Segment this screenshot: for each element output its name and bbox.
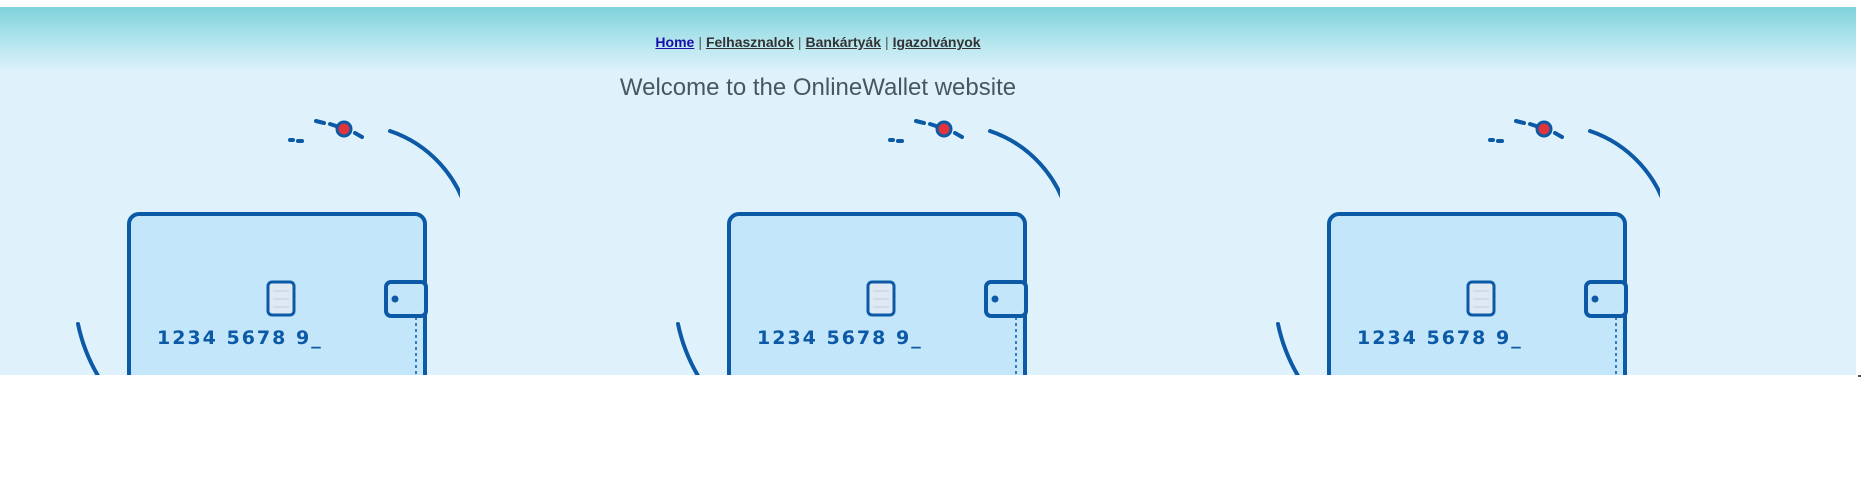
main-nav: Home | Felhasznalok | Bankártyák | Igazolványo… bbox=[0, 34, 1636, 50]
card-number: 1234 5678 9_ bbox=[1357, 327, 1523, 349]
wallet-card-illustration: 1234 5678 9_ bbox=[660, 119, 1070, 375]
card-number: 1234 5678 9_ bbox=[757, 327, 923, 349]
welcome-heading: Welcome to the OnlineWallet website bbox=[619, 74, 1017, 101]
nav-separator: | bbox=[797, 34, 802, 50]
nav-link-igazolvanyok[interactable]: Igazolványok bbox=[893, 34, 981, 50]
card-number: 1234 5678 9_ bbox=[157, 327, 323, 349]
edge-marker bbox=[1858, 375, 1861, 377]
nav-link-bankkartyak[interactable]: Bankártyák bbox=[806, 34, 882, 50]
nav-link-felhasznalok[interactable]: Felhasznalok bbox=[706, 34, 794, 50]
site-container: Home | Felhasznalok | Bankártyák | Igazolványo… bbox=[0, 7, 1856, 375]
wallet-card-illustration: 1234 5678 9_ bbox=[1260, 119, 1670, 375]
nav-link-home[interactable]: Home bbox=[655, 34, 694, 50]
wallet-card-icon: 1234 5678 9_ bbox=[76, 119, 470, 375]
wallet-card-illustration: 1234 5678 9_ bbox=[60, 119, 470, 375]
wallet-card-icon: 1234 5678 9_ bbox=[676, 119, 1070, 375]
wallet-card-icon: 1234 5678 9_ bbox=[1276, 119, 1670, 375]
nav-separator: | bbox=[885, 34, 889, 50]
nav-separator: | bbox=[698, 34, 702, 50]
